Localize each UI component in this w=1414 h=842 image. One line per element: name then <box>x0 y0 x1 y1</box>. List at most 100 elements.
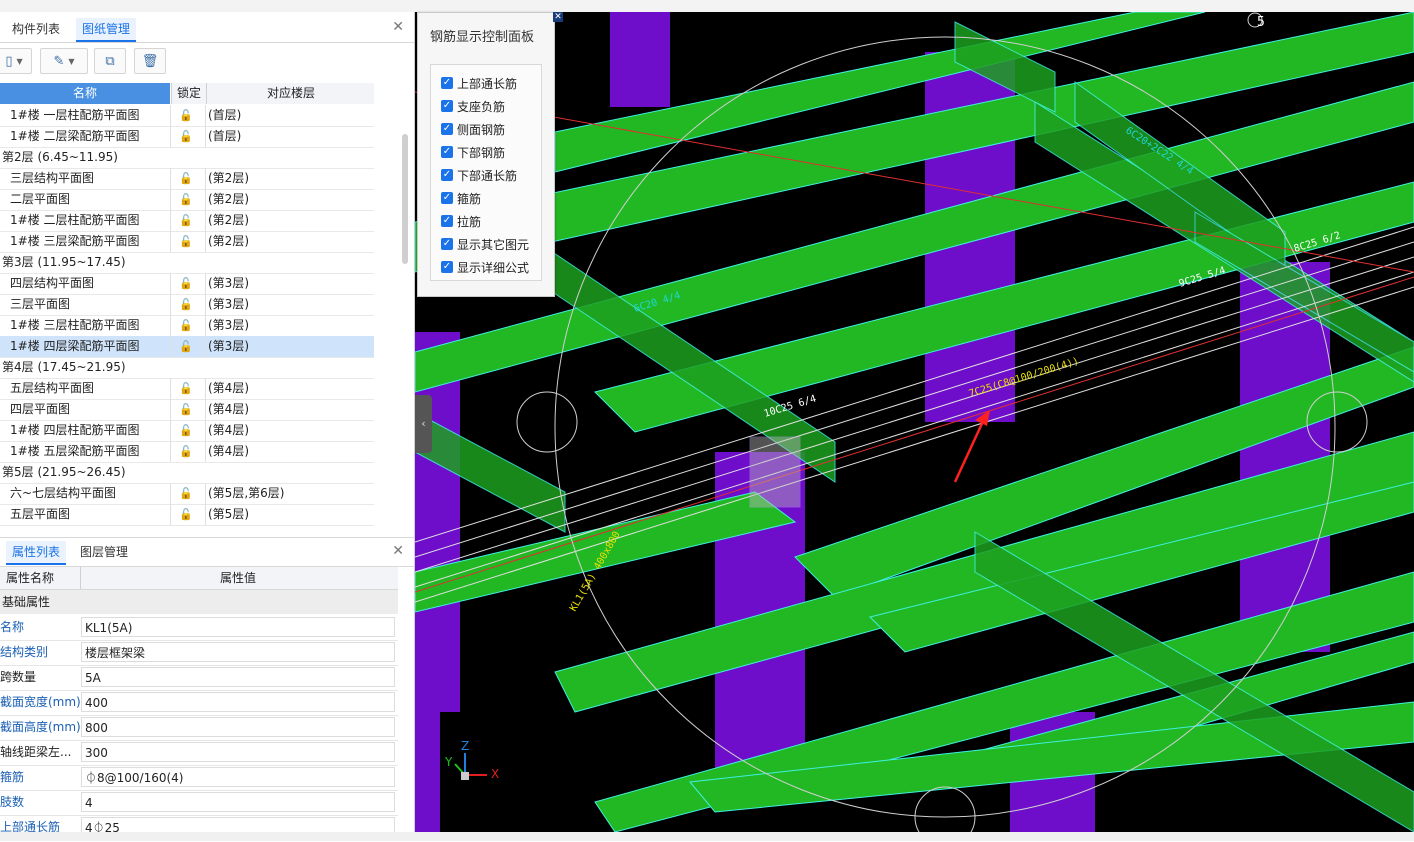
lock-icon[interactable]: 🔓 <box>178 507 194 522</box>
floor-group-row[interactable]: 第2层 (6.45~11.95) <box>0 147 374 169</box>
drawing-row[interactable]: 1#楼 三层柱配筋平面图 🔓 (第3层) <box>0 315 374 337</box>
property-value-field[interactable]: 4 <box>81 792 395 812</box>
drawing-row[interactable]: 三层结构平面图 🔓 (第2层) <box>0 168 374 190</box>
lock-icon[interactable]: 🔓 <box>178 444 194 459</box>
column-header-floor[interactable]: 对应楼层 <box>206 83 374 104</box>
checkmark-icon[interactable]: ✓ <box>441 169 453 181</box>
drawing-name: 四层结构平面图 <box>10 276 95 290</box>
delete-button[interactable]: 🗑 <box>134 48 166 74</box>
lock-icon[interactable]: 🔓 <box>178 192 194 207</box>
column-header-name[interactable]: 名称 <box>0 83 170 104</box>
drawing-row[interactable]: 六~七层结构平面图 🔓 (第5层,第6层) <box>0 483 374 505</box>
tab-layer-management[interactable]: 图层管理 <box>74 541 134 563</box>
close-icon[interactable]: ✕ <box>392 543 404 559</box>
tab-property-list[interactable]: 属性列表 <box>6 541 67 565</box>
drawing-row[interactable]: 三层平面图 🔓 (第3层) <box>0 294 374 316</box>
column-header-lock[interactable]: 锁定 <box>171 83 206 104</box>
lock-icon[interactable]: 🔓 <box>178 297 194 312</box>
lock-icon[interactable]: 🔓 <box>178 213 194 228</box>
drawing-row[interactable]: 1#楼 五层梁配筋平面图 🔓 (第4层) <box>0 441 374 463</box>
checkmark-icon[interactable]: ✓ <box>441 146 453 158</box>
drawing-name: 四层平面图 <box>10 402 71 416</box>
rebar-option-checkbox[interactable]: ✓ 支座负筋 <box>441 96 505 116</box>
drawing-row[interactable]: 二层平面图 🔓 (第2层) <box>0 189 374 211</box>
property-value-field[interactable]: KL1(5A) <box>81 617 395 637</box>
checkmark-icon[interactable]: ✓ <box>441 192 453 204</box>
drawing-row[interactable]: 四层结构平面图 🔓 (第3层) <box>0 273 374 295</box>
drawing-row[interactable]: 1#楼 四层梁配筋平面图 🔓 (第3层) <box>0 336 374 358</box>
lock-icon[interactable]: 🔓 <box>178 276 194 291</box>
divider <box>205 336 206 357</box>
drawing-row[interactable]: 四层平面图 🔓 (第4层) <box>0 399 374 421</box>
divider <box>170 273 171 294</box>
rebar-option-checkbox[interactable]: ✓ 下部钢筋 <box>441 142 505 162</box>
axis-x-label: X <box>491 767 499 781</box>
drawing-row[interactable]: 1#楼 三层梁配筋平面图 🔓 (第2层) <box>0 231 374 253</box>
property-value-field[interactable]: 400 <box>81 692 395 712</box>
copy-drawing-button[interactable]: ⧉ <box>94 48 126 74</box>
rebar-option-checkbox[interactable]: ✓ 拉筋 <box>441 211 481 231</box>
collapse-panel-handle[interactable]: ‹ <box>415 395 432 453</box>
rebar-option-checkbox[interactable]: ✓ 显示详细公式 <box>441 257 529 277</box>
column-header-property-value: 属性值 <box>220 571 257 585</box>
drawing-row[interactable]: 1#楼 二层梁配筋平面图 🔓 (首层) <box>0 126 374 148</box>
checkmark-icon[interactable]: ✓ <box>441 123 453 135</box>
drawing-row[interactable]: 1#楼 四层柱配筋平面图 🔓 (第4层) <box>0 420 374 442</box>
lock-icon[interactable]: 🔓 <box>178 129 194 144</box>
checkmark-icon[interactable]: ✓ <box>441 77 453 89</box>
property-value-field[interactable]: 楼层框架梁 <box>81 642 395 662</box>
lock-icon[interactable]: 🔓 <box>178 108 194 123</box>
drawing-floor: (第3层) <box>208 318 249 332</box>
property-value-field[interactable]: 800 <box>81 717 395 737</box>
floor-group-row[interactable]: 第5层 (21.95~26.45) <box>0 462 374 484</box>
divider <box>170 441 171 462</box>
rebar-option-checkbox[interactable]: ✓ 上部通长筋 <box>441 73 517 93</box>
property-row: 结构类别 楼层框架梁 <box>0 640 398 666</box>
floor-group-label: 第4层 (17.45~21.95) <box>2 360 126 374</box>
edit-drawing-button[interactable]: ✎ ▼ <box>40 48 88 74</box>
lock-icon[interactable]: 🔓 <box>178 318 194 333</box>
rebar-option-checkbox[interactable]: ✓ 下部通长筋 <box>441 165 517 185</box>
property-value-field[interactable]: 300 <box>81 742 395 762</box>
3d-model-canvas[interactable]: 10C25 6/4 7C25(C8@100/200(4)) 9C25 5/4 8… <box>415 12 1414 832</box>
drawing-row[interactable]: 1#楼 一层柱配筋平面图 🔓 (首层) <box>0 105 374 127</box>
property-group-basic[interactable]: 基础属性 <box>0 590 398 614</box>
drawing-table-scrollbar[interactable] <box>402 134 408 264</box>
property-value-field[interactable]: 5A <box>81 667 395 687</box>
tab-component-list[interactable]: 构件列表 <box>6 18 66 40</box>
lock-icon[interactable]: 🔓 <box>178 486 194 501</box>
drawing-name: 1#楼 三层柱配筋平面图 <box>10 318 140 332</box>
lock-icon[interactable]: 🔓 <box>178 381 194 396</box>
divider <box>205 168 206 189</box>
lock-icon[interactable]: 🔓 <box>178 423 194 438</box>
selected-section-box <box>749 436 801 508</box>
lock-icon[interactable]: 🔓 <box>178 171 194 186</box>
add-drawing-button[interactable]: ▯ ▼ <box>0 48 32 74</box>
rebar-option-checkbox[interactable]: ✓ 显示其它图元 <box>441 234 529 254</box>
drawing-row[interactable]: 1#楼 二层柱配筋平面图 🔓 (第2层) <box>0 210 374 232</box>
drawing-row[interactable]: 五层平面图 🔓 (第5层) <box>0 504 374 526</box>
drawing-name: 1#楼 五层梁配筋平面图 <box>10 444 140 458</box>
checkmark-icon[interactable]: ✓ <box>441 238 453 250</box>
property-value-field[interactable]: ⏀8@100/160(4) <box>81 767 395 787</box>
rebar-option-checkbox[interactable]: ✓ 侧面钢筋 <box>441 119 505 139</box>
property-row: 轴线距梁左... 300 <box>0 740 398 766</box>
tab-drawing-management[interactable]: 图纸管理 <box>76 18 137 42</box>
3d-viewport[interactable]: 10C25 6/4 7C25(C8@100/200(4)) 9C25 5/4 8… <box>415 12 1414 832</box>
lock-icon[interactable]: 🔓 <box>178 234 194 249</box>
lock-icon[interactable]: 🔓 <box>178 339 194 354</box>
checkmark-icon[interactable]: ✓ <box>441 215 453 227</box>
rebar-option-checkbox[interactable]: ✓ 箍筋 <box>441 188 481 208</box>
divider <box>205 315 206 336</box>
checkmark-icon[interactable]: ✓ <box>441 261 453 273</box>
floor-group-row[interactable]: 第4层 (17.45~21.95) <box>0 357 374 379</box>
close-icon[interactable]: ✕ <box>553 12 563 22</box>
close-icon[interactable]: ✕ <box>392 19 404 35</box>
divider <box>170 189 171 210</box>
lock-icon[interactable]: 🔓 <box>178 402 194 417</box>
floor-group-row[interactable]: 第3层 (11.95~17.45) <box>0 252 374 274</box>
checkmark-icon[interactable]: ✓ <box>441 100 453 112</box>
divider <box>170 210 171 231</box>
property-row: 截面宽度(mm) 400 <box>0 690 398 716</box>
drawing-row[interactable]: 五层结构平面图 🔓 (第4层) <box>0 378 374 400</box>
